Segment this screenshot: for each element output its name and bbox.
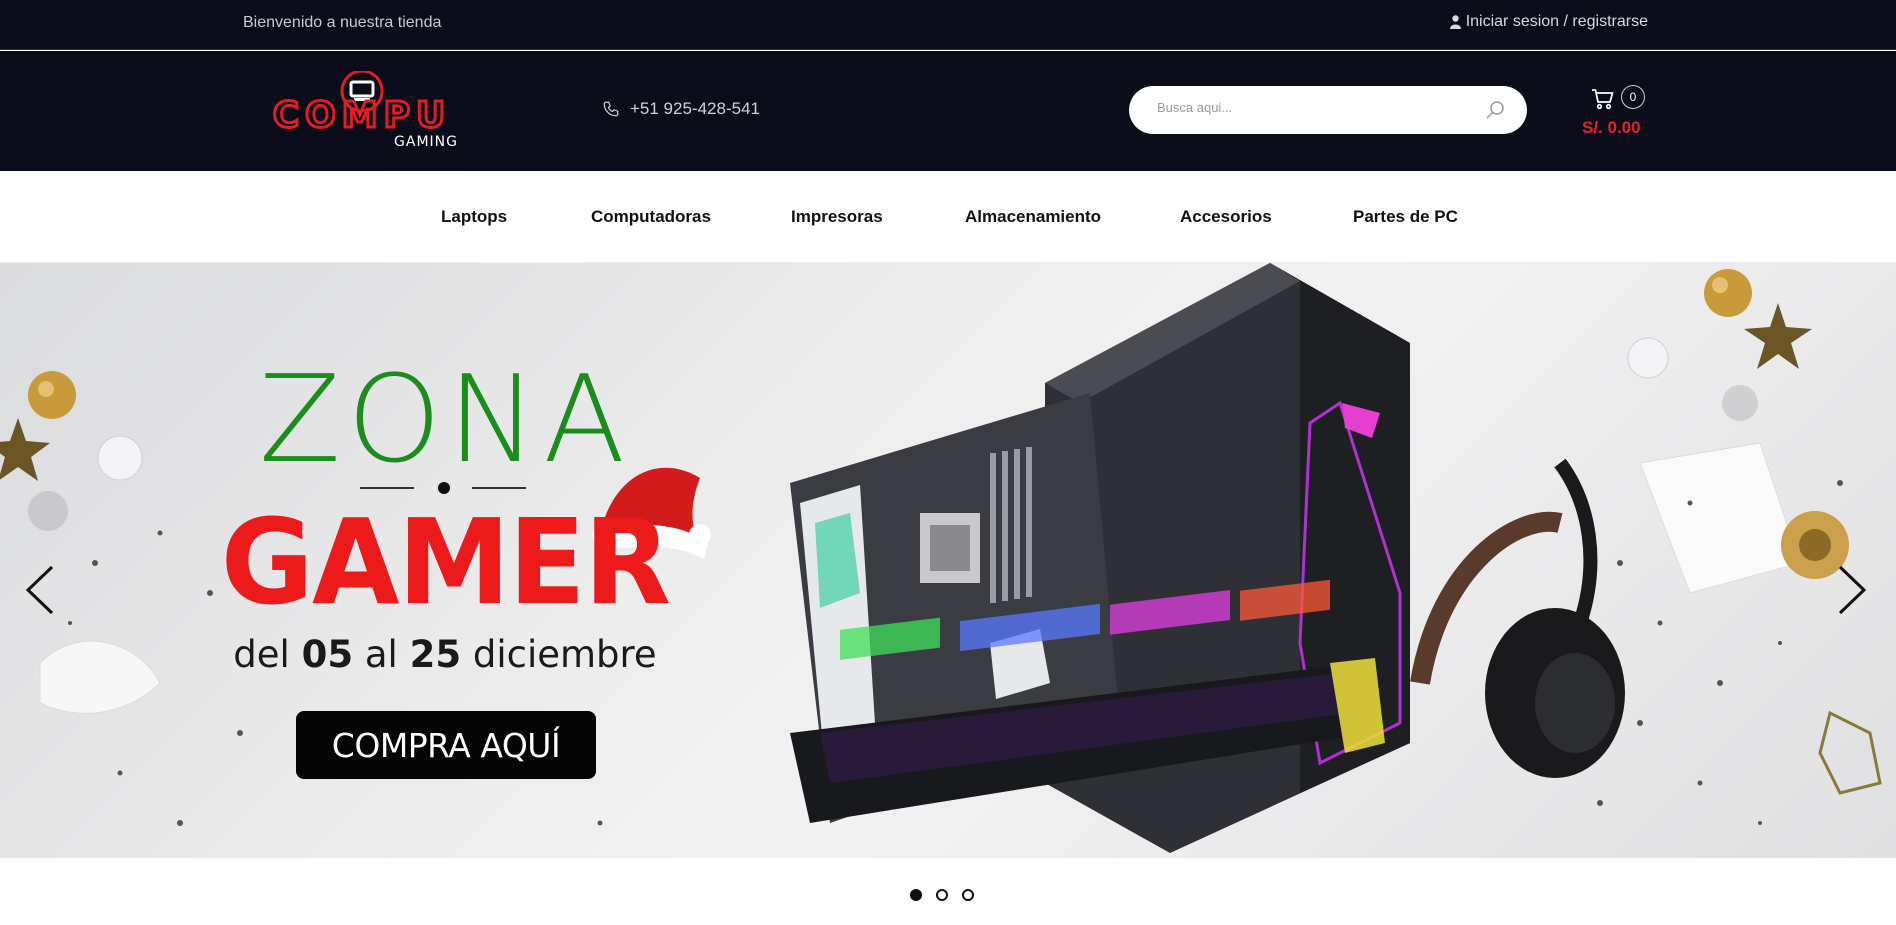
phone-contact[interactable]: +51 925-428-541 [602,99,760,119]
nav-item-almacenamiento[interactable]: Almacenamiento [965,207,1101,227]
phone-number: +51 925-428-541 [630,99,760,118]
hero-slider: ZONA GAMER del 05 al 25 diciembre COMPRA… [0,263,1896,858]
slide-dot-3[interactable] [962,889,974,901]
dates-mid: al [364,633,398,676]
nav-item-accesorios[interactable]: Accesorios [1180,207,1272,227]
cart-icon [1592,89,1614,110]
top-bar: Bienvenido a nuestra tienda Iniciar sesi… [0,0,1896,50]
nav-item-computadoras[interactable]: Computadoras [591,207,711,227]
search-icon[interactable] [1485,100,1505,120]
login-link[interactable]: Iniciar sesion / registrarse [1449,13,1648,31]
category-nav: Laptops Computadoras Impresoras Almacena… [0,171,1896,263]
slider-pagination [910,889,974,901]
svg-text:COMPU: COMPU [273,95,451,136]
search-input[interactable] [1157,100,1477,115]
slide-dot-1[interactable] [910,889,922,901]
nav-item-laptops[interactable]: Laptops [441,207,507,227]
dates-from: 05 [301,633,354,676]
logo-graphic: COMPU GAMING [271,69,458,150]
headline-gamer: GAMER [220,493,671,631]
search-box [1129,86,1527,134]
slide-dot-2[interactable] [936,889,948,901]
dates-pre: del [233,633,290,676]
main-header: COMPU GAMING +51 925-428-541 0 S/. 0.00 [0,51,1896,171]
dates-post: diciembre [472,633,657,676]
phone-icon [603,101,619,117]
dates-to: 25 [409,633,462,676]
svg-text:GAMING: GAMING [394,134,458,150]
cart-total: S/. 0.00 [1582,118,1641,137]
buy-now-button[interactable]: COMPRA AQUÍ [296,711,596,779]
site-logo[interactable]: COMPU GAMING [248,69,476,151]
chevron-left-icon[interactable] [22,563,62,617]
cart-widget[interactable]: 0 S/. 0.00 [1582,85,1652,137]
headline-zona: ZONA [258,351,632,490]
promo-dates: del 05 al 25 diciembre [0,633,890,676]
login-label: Iniciar sesion / registrarse [1465,13,1648,30]
nav-item-partes-de-pc[interactable]: Partes de PC [1353,207,1458,227]
welcome-text: Bienvenido a nuestra tienda [243,14,442,31]
nav-item-impresoras[interactable]: Impresoras [791,207,883,227]
user-icon [1449,15,1461,29]
chevron-right-icon[interactable] [1830,563,1870,617]
cart-count-badge: 0 [1621,85,1645,109]
